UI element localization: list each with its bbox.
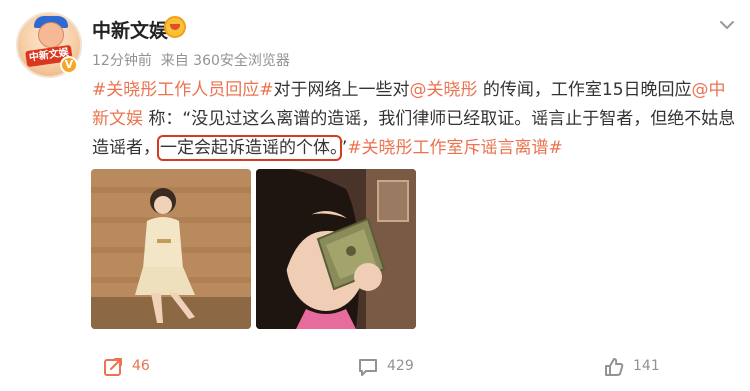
post-image-illustration — [91, 169, 251, 329]
post-image[interactable] — [91, 169, 251, 329]
post-time: 12分钟前 — [92, 53, 152, 69]
highlighted-quote: 一定会起诉造谣的个体。 — [157, 135, 342, 161]
chevron-down-icon[interactable] — [716, 14, 738, 36]
like-count: 141 — [633, 358, 660, 374]
post-meta: 12分钟前 来自 360安全浏览器 — [92, 50, 290, 70]
verified-badge-icon: V — [60, 56, 78, 74]
avatar-face — [38, 22, 64, 48]
share-button[interactable]: 46 — [102, 356, 150, 378]
post-text-segment: ” — [338, 138, 348, 158]
share-count: 46 — [132, 358, 150, 374]
comment-button[interactable]: 429 — [357, 356, 414, 378]
post-image[interactable] — [256, 169, 416, 329]
post-text-segment: 对于网络上一些对 — [273, 80, 410, 100]
comment-icon — [359, 359, 377, 376]
fan-badge-icon[interactable] — [164, 16, 186, 38]
post-source: 来自 360安全浏览器 — [160, 53, 290, 69]
post-text-segment: 的传闻，工作室15日晚回应 — [477, 80, 692, 100]
share-icon — [104, 358, 122, 376]
account-name[interactable]: 中新文娱 — [92, 16, 168, 43]
post-text: #关晓彤工作人员回应#对于网络上一些对@关晓彤 的传闻，工作室15日晚回应@中新… — [92, 76, 742, 163]
action-bar: 46 429 141 — [0, 346, 750, 386]
hashtag-link[interactable]: #关晓彤工作人员回应# — [92, 80, 274, 100]
mention-link[interactable]: @关晓彤 — [410, 80, 478, 100]
post-image-illustration — [256, 169, 416, 329]
comment-count: 429 — [387, 358, 414, 374]
hashtag-link[interactable]: #关晓彤工作室斥谣言离谱# — [347, 138, 563, 158]
like-button[interactable]: 141 — [603, 356, 660, 378]
thumbs-up-icon — [605, 358, 624, 376]
